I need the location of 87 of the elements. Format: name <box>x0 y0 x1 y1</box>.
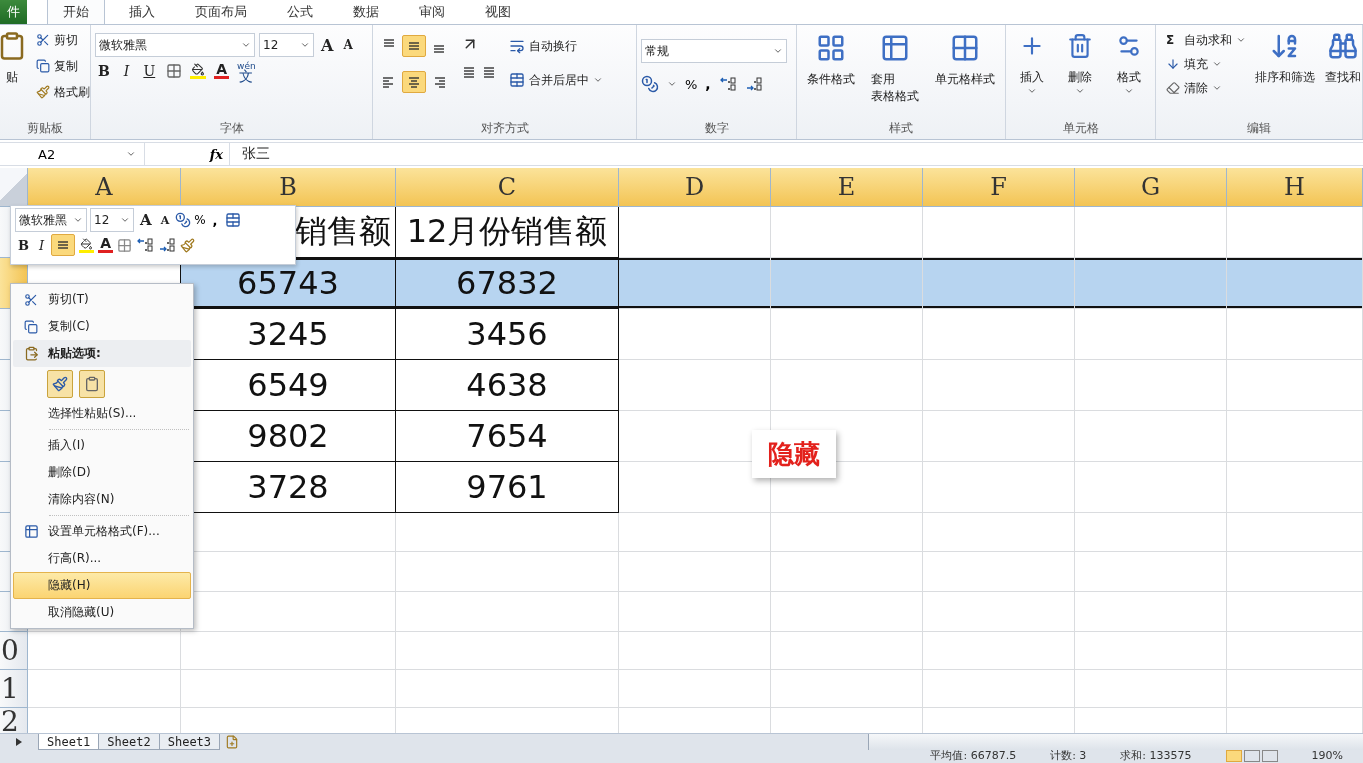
table-cell: 3456 <box>396 309 619 360</box>
italic-button[interactable]: I <box>36 237 48 253</box>
column-header[interactable]: G <box>1075 168 1227 207</box>
ribbon-tab[interactable]: 页面布局 <box>179 0 263 24</box>
editing-button[interactable]: 清除 <box>1164 77 1248 99</box>
percent-button[interactable]: % <box>685 76 698 92</box>
column-header[interactable]: A <box>28 168 181 207</box>
sheet-tab[interactable]: Sheet3 <box>158 734 221 750</box>
editing-button[interactable]: 排序和筛选 <box>1252 29 1318 117</box>
comma-button[interactable]: , <box>705 76 711 92</box>
menu-item[interactable]: 隐藏(H) <box>13 572 191 599</box>
shrink-font-button[interactable]: A <box>340 38 356 52</box>
group-title: 数字 <box>703 119 730 137</box>
row-header[interactable]: 1 <box>0 670 28 708</box>
grow-font-button[interactable]: A <box>137 211 155 229</box>
editing-button[interactable]: 填充 <box>1164 53 1248 75</box>
font-color-button[interactable]: A <box>214 63 230 79</box>
styles-button[interactable]: 条件格式 <box>804 31 858 117</box>
italic-button[interactable]: I <box>120 63 133 79</box>
group-title: 字体 <box>218 119 245 137</box>
column-header[interactable]: F <box>923 168 1075 207</box>
comma-button[interactable]: , <box>208 212 222 228</box>
table-cell: 9761 <box>396 462 619 513</box>
menu-item[interactable]: 取消隐藏(U) <box>13 599 191 626</box>
status-text: 求和: 133575 <box>1120 750 1192 762</box>
underline-button[interactable]: U <box>140 63 159 79</box>
group-title: 对齐方式 <box>479 119 530 137</box>
cells-button[interactable]: 格式 <box>1112 31 1145 117</box>
formula-field[interactable]: 张三 <box>230 145 270 163</box>
function-button[interactable]: fx <box>145 143 230 165</box>
editing-button[interactable]: 查找和 <box>1322 29 1363 117</box>
grow-font-button[interactable]: A <box>318 35 337 55</box>
column-header[interactable]: E <box>771 168 923 207</box>
copy-button[interactable]: 复制 <box>34 55 92 77</box>
font-field[interactable]: 微软雅黑 <box>95 33 255 57</box>
menu-item[interactable]: 行高(R)... <box>13 545 191 572</box>
table-cell: 4638 <box>396 360 619 411</box>
cells-button[interactable]: 插入 <box>1016 31 1049 117</box>
wrap-text-button[interactable]: 自动换行 <box>507 35 605 57</box>
menu-header: 粘贴选项: <box>13 340 191 367</box>
table-cell: 12月份销售额 <box>396 207 619 258</box>
column-header[interactable]: B <box>181 168 396 207</box>
group-title: 样式 <box>888 119 914 137</box>
sheet-tab[interactable]: Sheet2 <box>98 734 160 750</box>
group-title: 编辑 <box>1246 119 1272 137</box>
percent-button[interactable]: % <box>194 213 206 227</box>
cells-button[interactable]: 删除 <box>1064 31 1097 117</box>
column-header[interactable]: D <box>619 168 771 207</box>
bold-button[interactable]: B <box>15 237 32 253</box>
ribbon-tab[interactable]: 数据 <box>337 0 395 24</box>
group-title: 剪贴板 <box>26 119 64 137</box>
font-color-button[interactable]: A <box>98 237 113 253</box>
paste-button[interactable]: 贴 <box>0 29 30 117</box>
format-painter-button[interactable]: 格式刷 <box>34 81 92 103</box>
zoom-level: 190% <box>1311 750 1343 762</box>
styles-button[interactable]: 套用 表格格式 <box>868 31 922 117</box>
editing-button[interactable]: Σ 自动求和 <box>1164 29 1248 51</box>
merge-center-button[interactable]: 合并后居中 <box>507 69 605 91</box>
table-cell: 67832 <box>396 258 619 309</box>
font-size-field[interactable]: 12 <box>90 208 134 232</box>
ribbon-tab[interactable]: 视图 <box>469 0 527 24</box>
phonetic-button[interactable]: wén 文 <box>237 61 256 81</box>
file-tab[interactable]: 件 <box>0 0 27 24</box>
ribbon-tab[interactable]: 公式 <box>271 0 329 24</box>
sheet-tab[interactable]: Sheet1 <box>38 734 100 750</box>
ribbon-tab[interactable]: 开始 <box>47 0 105 24</box>
status-text: 计数: 3 <box>1050 750 1087 762</box>
shrink-font-button[interactable]: A <box>157 213 173 227</box>
ribbon-tab[interactable]: 审阅 <box>403 0 461 24</box>
table-cell: 7654 <box>396 411 619 462</box>
column-header[interactable]: H <box>1227 168 1363 207</box>
column-header[interactable]: C <box>396 168 619 207</box>
status-text: 平均值: 66787.5 <box>930 750 1017 762</box>
bold-button[interactable]: B <box>95 63 113 79</box>
styles-button[interactable]: 单元格样式 <box>932 31 998 117</box>
cut-button[interactable]: 剪切 <box>34 29 92 51</box>
row-header[interactable]: 2 <box>0 708 28 733</box>
ribbon-tab[interactable]: 插入 <box>113 0 171 24</box>
name-box[interactable]: A2 <box>0 143 145 165</box>
row-header[interactable]: 0 <box>0 632 28 670</box>
font-size-field[interactable]: 12 <box>259 33 314 57</box>
font-field[interactable]: 微软雅黑 <box>15 208 87 232</box>
menu-item[interactable]: 设置单元格格式(F)... <box>13 518 191 545</box>
group-title: 单元格 <box>1061 119 1100 137</box>
number-format-field[interactable]: 常规 <box>641 39 787 63</box>
callout-label: 隐藏 <box>752 430 836 478</box>
paste-label: 贴 <box>6 69 18 86</box>
